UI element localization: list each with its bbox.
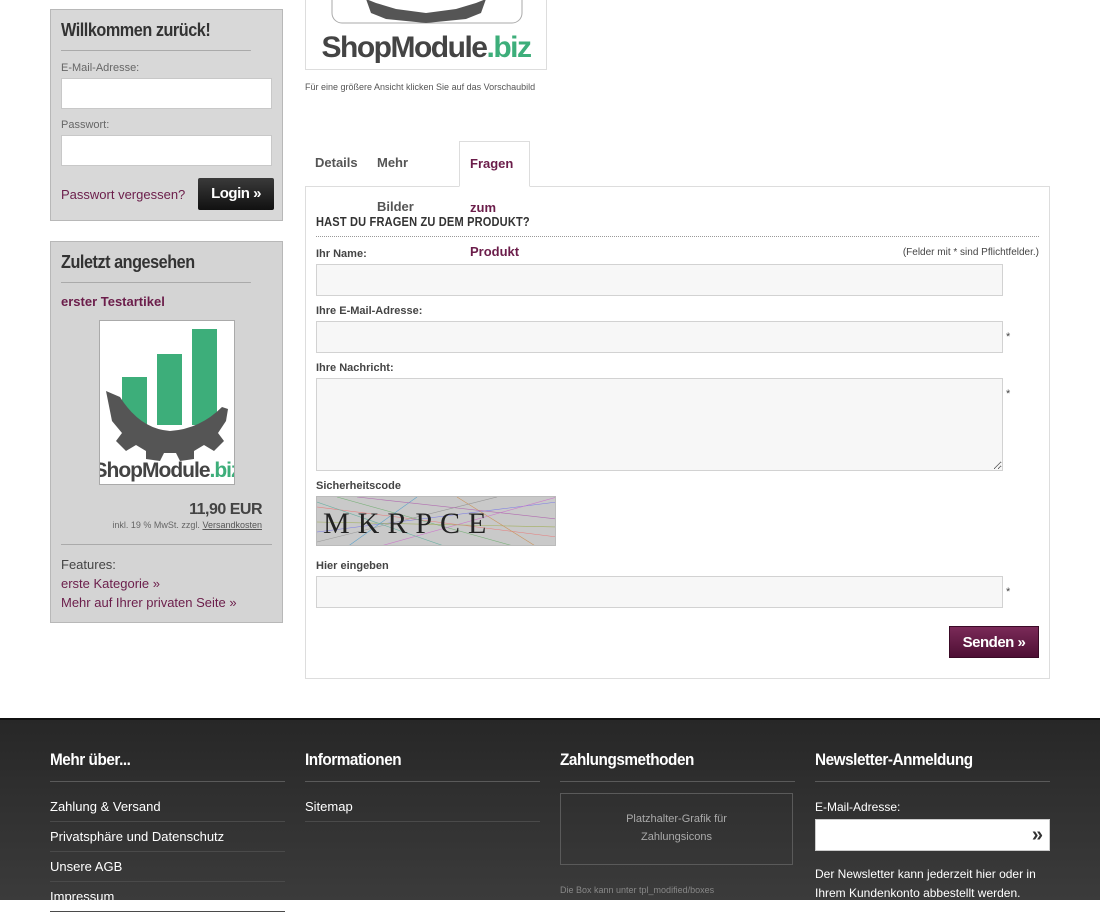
newsletter-email-label: E-Mail-Adresse: [815, 800, 901, 814]
name-input[interactable] [316, 264, 1003, 296]
tab-details[interactable]: Details [305, 141, 368, 187]
captcha-input-label: Hier eingeben [316, 560, 389, 572]
payment-placeholder-line1: Platzhalter-Grafik für [626, 813, 727, 825]
login-box: Willkommen zurück! E-Mail-Adresse: Passw… [50, 9, 283, 221]
email-input[interactable] [316, 321, 1003, 353]
footer-link-terms[interactable]: Unsere AGB [50, 852, 285, 882]
newsletter-submit-icon[interactable]: » [1032, 824, 1043, 847]
shopmodule-logo-icon: ShopModule.biz [94, 329, 242, 482]
payment-icons-placeholder: Platzhalter-Grafik für Zahlungsicons [560, 793, 793, 865]
login-button[interactable]: Login » [198, 178, 274, 210]
footer-link-imprint[interactable]: Impressum [50, 882, 285, 912]
footer-link-sitemap[interactable]: Sitemap [305, 792, 540, 822]
product-main-image[interactable]: ShopModule.biz [305, 0, 547, 70]
login-email-input[interactable] [61, 78, 272, 109]
image-caption: Für eine größere Ansicht klicken Sie auf… [305, 82, 536, 92]
divider [560, 781, 795, 782]
footer-info-title: Informationen [305, 750, 402, 769]
payment-box-note: Die Box kann unter tpl_modified/boxes [560, 885, 715, 895]
footer-more-title: Mehr über... [50, 750, 131, 769]
newsletter-text: Der Newsletter kann jederzeit hier oder … [815, 867, 1036, 900]
main-logo-brand: ShopModule [322, 31, 488, 64]
password-label: Passwort: [61, 119, 110, 131]
captcha-text: MKRPCE [323, 507, 494, 540]
divider [305, 781, 540, 782]
product-question-panel: HAST DU FRAGEN ZU DEM PRODUKT? Ihr Name:… [305, 186, 1050, 679]
forgot-password-link[interactable]: Passwort vergessen? [61, 187, 185, 202]
svg-text:ShopModule.biz: ShopModule.biz [100, 459, 234, 482]
payment-placeholder-line2: Zahlungsicons [641, 831, 712, 843]
captcha-label: Sicherheitscode [316, 480, 401, 492]
name-label: Ihr Name: [316, 248, 367, 260]
shipping-costs-link[interactable]: Versandkosten [202, 520, 262, 530]
shopmodule-logo-large-icon: ShopModule.biz [322, 0, 532, 64]
tab-more-images[interactable]: Mehr Bilder [367, 141, 424, 214]
tax-prefix: inkl. 19 % MwSt. zzgl. [112, 520, 200, 530]
recently-viewed-box: Zuletzt angesehen erster Testartikel Sho… [50, 241, 283, 623]
logo-brand-tld: .biz [209, 459, 234, 482]
heading-divider [316, 236, 1039, 237]
message-label: Ihre Nachricht: [316, 362, 394, 374]
divider [61, 544, 272, 545]
login-password-input[interactable] [61, 135, 272, 166]
footer-payment-title: Zahlungsmethoden [560, 750, 694, 769]
private-page-link[interactable]: Mehr auf Ihrer privaten Seite » [61, 595, 237, 610]
email-label: E-Mail-Adresse: [61, 62, 140, 74]
message-textarea[interactable] [316, 378, 1003, 471]
required-mark: * [1006, 331, 1011, 343]
required-mark: * [1006, 388, 1011, 400]
logo-bar-3 [192, 329, 217, 425]
divider [50, 781, 285, 782]
footer-newsletter-title: Newsletter-Anmeldung [815, 750, 973, 769]
email-label: Ihre E-Mail-Adresse: [316, 305, 423, 317]
recent-article-price: 11,90 EUR [189, 501, 262, 518]
footer: Mehr über... Zahlung & Versand Privatsph… [0, 718, 1100, 912]
login-title: Willkommen zurück! [61, 10, 251, 51]
recently-viewed-title: Zuletzt angesehen [61, 242, 251, 283]
captcha-image: MKRPCE [316, 496, 556, 546]
footer-link-payment-shipping[interactable]: Zahlung & Versand [50, 792, 285, 822]
send-button[interactable]: Senden » [949, 626, 1039, 658]
svg-text:ShopModule.biz: ShopModule.biz [322, 31, 531, 64]
newsletter-email-input[interactable]: » [815, 819, 1050, 851]
logo-brand-main: ShopModule [100, 459, 210, 482]
first-category-link[interactable]: erste Kategorie » [61, 576, 160, 591]
features-label: Features: [61, 557, 116, 572]
main-logo-tld: .biz [486, 31, 530, 64]
recent-article-thumbnail[interactable]: ShopModule.biz [94, 320, 242, 485]
tax-note: inkl. 19 % MwSt. zzgl. Versandkosten [112, 520, 262, 530]
divider [815, 781, 1050, 782]
logo-bar-2 [157, 354, 182, 425]
required-mark: * [1006, 586, 1011, 598]
recent-article-link[interactable]: erster Testartikel [61, 294, 165, 309]
captcha-input[interactable] [316, 576, 1003, 608]
form-heading: HAST DU FRAGEN ZU DEM PRODUKT? [316, 214, 530, 229]
required-fields-note: (Felder mit * sind Pflichtfelder.) [902, 247, 1039, 258]
tab-product-questions[interactable]: Fragen zum Produkt [459, 141, 531, 259]
footer-link-privacy[interactable]: Privatsphäre und Datenschutz [50, 822, 285, 852]
